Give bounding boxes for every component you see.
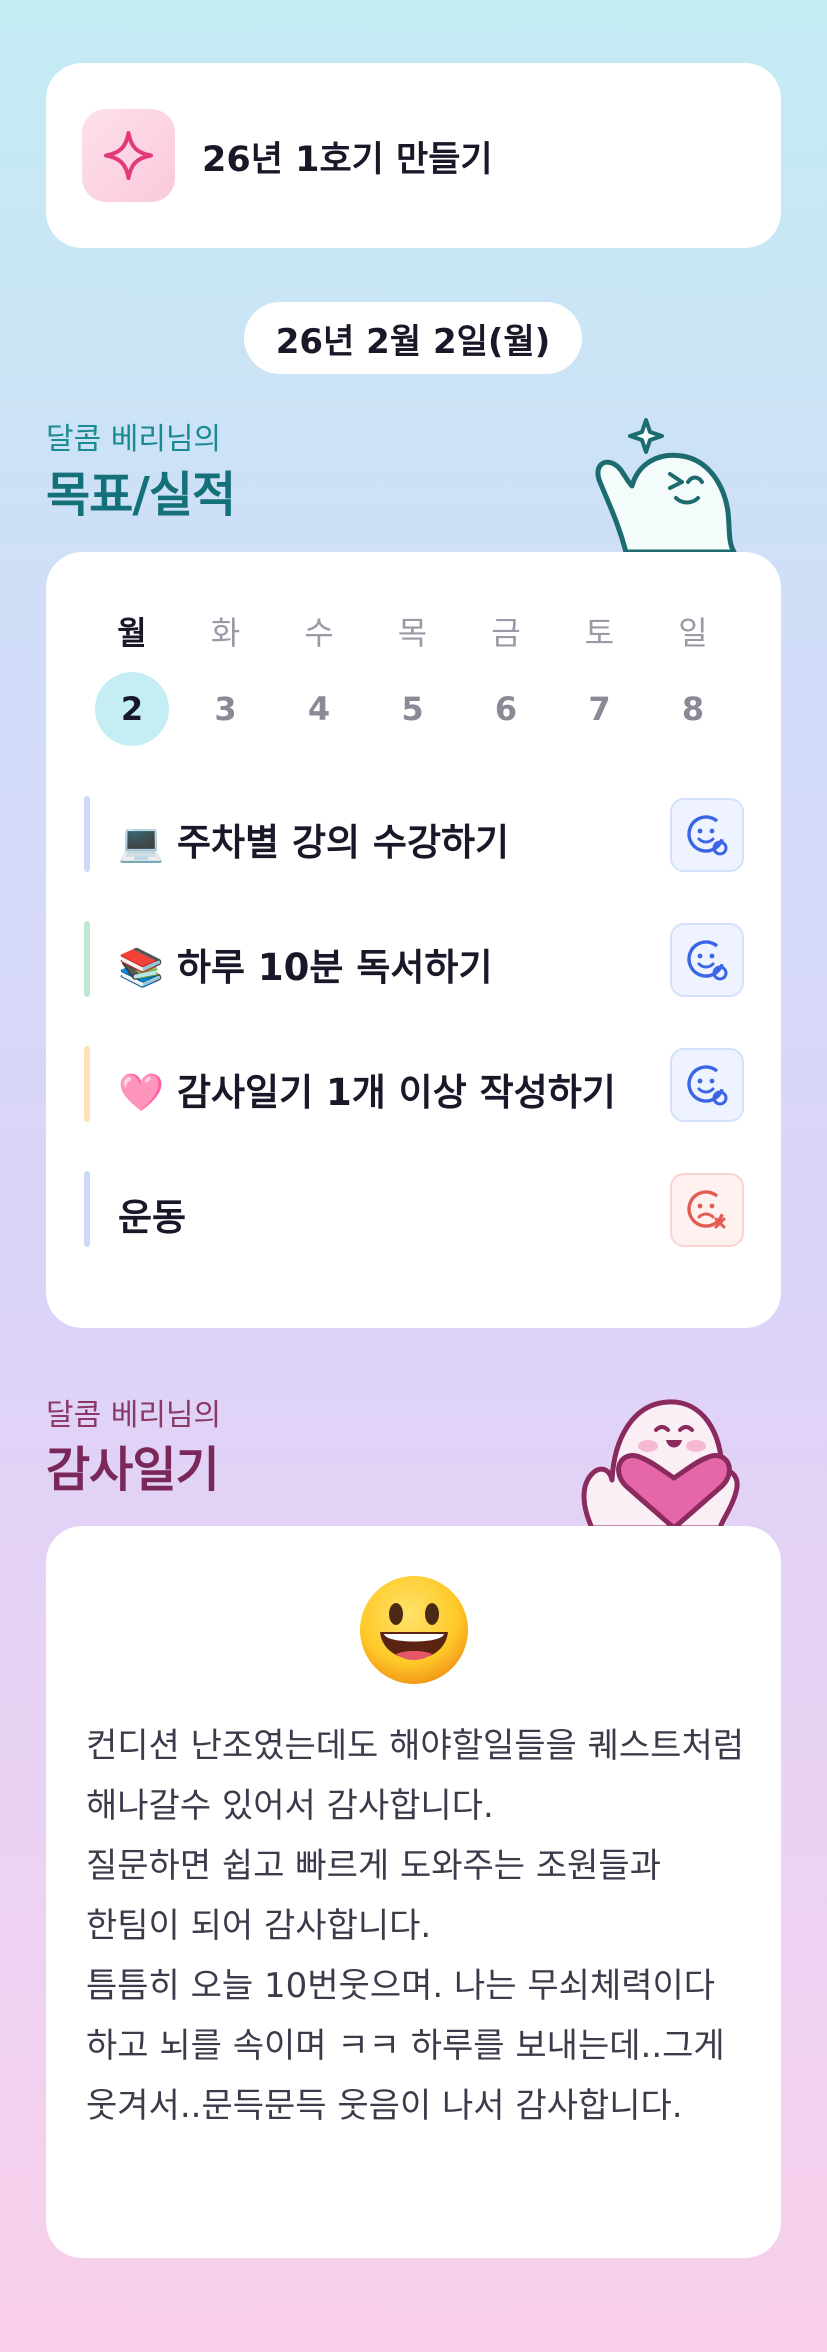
day-name: 화 bbox=[210, 614, 241, 652]
sad-x-icon[interactable] bbox=[670, 1173, 744, 1247]
day-name: 토 bbox=[584, 614, 615, 652]
day-name: 수 bbox=[304, 614, 334, 652]
goals-card: 월 화 수 목 금 토 일 2 3 4 5 6 7 8 💻 주차별 강의 수강하… bbox=[46, 552, 781, 1328]
day-date[interactable]: 7 bbox=[563, 672, 637, 746]
create-goal-title: 26년 1호기 만들기 bbox=[202, 140, 493, 180]
smile-icon[interactable] bbox=[670, 923, 744, 997]
date-pill[interactable]: 26년 2월 2일(월) bbox=[244, 302, 582, 374]
day-date[interactable]: 8 bbox=[656, 672, 730, 746]
gratitude-subtitle: 달콤 베리님의 bbox=[46, 1398, 222, 1433]
mascot-heart-icon bbox=[581, 1399, 740, 1528]
goal-label: 💻 주차별 강의 수강하기 bbox=[118, 821, 510, 864]
day-name: 월 bbox=[117, 614, 147, 652]
day-name: 목 bbox=[397, 614, 428, 652]
goals-title: 목표/실적 bbox=[46, 467, 236, 523]
smile-icon[interactable] bbox=[670, 798, 744, 872]
goal-item[interactable]: 💻 주차별 강의 수강하기 bbox=[84, 796, 744, 872]
day-name: 금 bbox=[491, 614, 521, 652]
week-dates: 2 3 4 5 6 7 8 bbox=[94, 672, 731, 746]
smile-icon[interactable] bbox=[670, 1048, 744, 1122]
goals-subtitle: 달콤 베리님의 bbox=[46, 422, 222, 457]
goal-label: 📚 하루 10분 독서하기 bbox=[118, 946, 493, 989]
goal-label: 🩷 감사일기 1개 이상 작성하기 bbox=[118, 1071, 616, 1114]
gratitude-title: 감사일기 bbox=[46, 1442, 220, 1498]
day-date[interactable]: 4 bbox=[282, 672, 356, 746]
goal-label: 운동 bbox=[118, 1196, 187, 1239]
day-name: 일 bbox=[678, 614, 708, 652]
gratitude-text: 컨디션 난조였는데도 해야할일들을 퀘스트처럼 해나갈수 있어서 감사합니다. … bbox=[86, 1726, 745, 2126]
goal-color-bar bbox=[84, 1171, 90, 1247]
day-date[interactable]: 6 bbox=[469, 672, 543, 746]
grinning-face-icon bbox=[360, 1576, 468, 1684]
mascot-wink-icon bbox=[595, 418, 737, 554]
day-date[interactable]: 5 bbox=[376, 672, 450, 746]
goal-item[interactable]: 🩷 감사일기 1개 이상 작성하기 bbox=[84, 1046, 744, 1122]
goal-color-bar bbox=[84, 921, 90, 997]
gratitude-card: 컨디션 난조였는데도 해야할일들을 퀘스트처럼 해나갈수 있어서 감사합니다. … bbox=[46, 1526, 781, 2258]
week-day-names: 월 화 수 목 금 토 일 bbox=[94, 608, 731, 654]
goal-item[interactable]: 📚 하루 10분 독서하기 bbox=[84, 921, 744, 997]
goal-color-bar bbox=[84, 1046, 90, 1122]
sparkle-icon bbox=[82, 109, 175, 202]
goal-color-bar bbox=[84, 796, 90, 872]
day-date-selected[interactable]: 2 bbox=[95, 672, 169, 746]
goal-item[interactable]: 운동 bbox=[84, 1171, 744, 1247]
create-goal-card[interactable]: 26년 1호기 만들기 bbox=[46, 63, 781, 248]
day-date[interactable]: 3 bbox=[189, 672, 263, 746]
